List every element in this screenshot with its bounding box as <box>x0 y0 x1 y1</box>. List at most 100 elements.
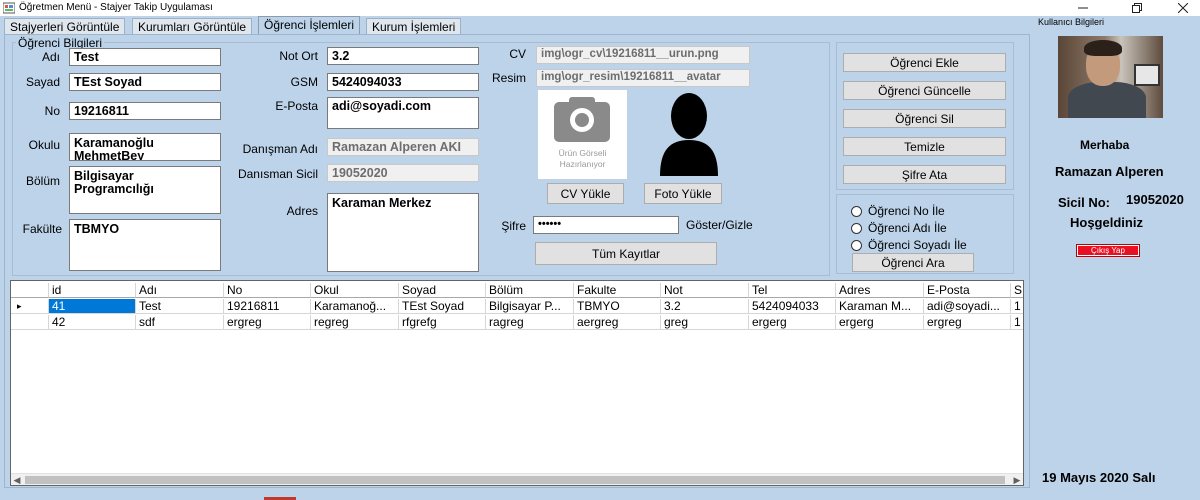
column-header[interactable]: Fakulte <box>574 283 661 298</box>
search-by-no-label: Öğrenci No İle <box>868 204 945 218</box>
table-cell[interactable]: ragreg <box>486 315 574 330</box>
adres-input[interactable]: Karaman Merkez <box>327 193 479 272</box>
table-cell[interactable]: ergerg <box>749 315 836 330</box>
column-header[interactable]: Soyad <box>399 283 486 298</box>
fakulte-input[interactable]: TBMYO <box>69 219 221 271</box>
tab-kurumlari[interactable]: Kurumları Görüntüle <box>132 18 253 35</box>
add-student-button[interactable]: Öğrenci Ekle <box>843 53 1006 72</box>
cv-path-input: img\ogr_cv\19216811__urun.png <box>536 46 750 64</box>
delete-student-button[interactable]: Öğrenci Sil <box>843 109 1006 128</box>
restore-button[interactable] <box>1114 0 1160 16</box>
column-header[interactable]: Adı <box>136 283 224 298</box>
search-by-surname-option[interactable]: Öğrenci Soyadı İle <box>851 238 967 252</box>
table-cell[interactable]: regreg <box>311 315 399 330</box>
date-label: 19 Mayıs 2020 Salı <box>1042 470 1156 485</box>
restore-icon <box>1132 3 1142 13</box>
sifre-label: Şifre <box>501 219 526 233</box>
table-cell[interactable]: ergerg <box>836 315 924 330</box>
table-cell[interactable]: TBMYO <box>574 299 661 314</box>
column-header[interactable]: Not <box>661 283 749 298</box>
row-header[interactable] <box>11 315 49 330</box>
placeholder-text: Ürün Görseli Hazırlanıyor <box>558 148 607 169</box>
table-cell[interactable]: 42 <box>49 315 136 330</box>
table-row[interactable]: ▸ 41 Test 19216811 Karamanoğ... TEst Soy… <box>11 299 1023 314</box>
table-cell[interactable]: Karamanoğ... <box>311 299 399 314</box>
okul-input[interactable]: Karamanoğlu MehmetBey <box>69 133 221 161</box>
minimize-button[interactable] <box>1060 0 1106 16</box>
notort-input[interactable]: 3.2 <box>327 47 479 65</box>
search-student-button[interactable]: Öğrenci Ara <box>852 253 974 272</box>
scroll-left-icon[interactable]: ◀ <box>11 474 23 485</box>
adres-label: Adres <box>286 204 318 218</box>
table-cell[interactable]: 5424094033 <box>749 299 836 314</box>
fakulte-label: Fakülte <box>22 222 62 236</box>
user-photo <box>1058 36 1163 118</box>
column-header[interactable]: E-Posta <box>924 283 1011 298</box>
grid-header: id Adı No Okul Soyad Bölüm Fakulte Not T… <box>11 283 1023 298</box>
update-student-button[interactable]: Öğrenci Güncelle <box>843 81 1006 100</box>
password-input[interactable]: •••••• <box>533 216 679 234</box>
students-grid[interactable]: id Adı No Okul Soyad Bölüm Fakulte Not T… <box>10 280 1024 486</box>
column-header[interactable]: id <box>49 283 136 298</box>
table-cell[interactable]: 1 <box>1011 315 1023 330</box>
soyad-input[interactable]: TEst Soyad <box>69 73 221 91</box>
logout-button[interactable]: Çıkış Yap <box>1076 244 1140 257</box>
tab-stajyerleri[interactable]: Stajyerleri Görüntüle <box>4 18 126 35</box>
table-row[interactable]: 42 sdf ergreg regreg rfgrefg ragreg aerg… <box>11 315 1023 330</box>
table-cell[interactable]: 19216811 <box>224 299 311 314</box>
table-cell[interactable]: rfgrefg <box>399 315 486 330</box>
table-cell[interactable]: Karaman M... <box>836 299 924 314</box>
resim-path-input: img\ogr_resim\19216811__avatar <box>536 69 750 87</box>
set-password-button[interactable]: Şifre Ata <box>843 165 1006 184</box>
show-hide-toggle[interactable]: Göster/Gizle <box>686 218 753 232</box>
minimize-icon <box>1078 7 1088 9</box>
table-cell[interactable]: 41 <box>49 299 136 314</box>
all-records-button[interactable]: Tüm Kayıtlar <box>535 242 717 265</box>
scroll-right-icon[interactable]: ▶ <box>1011 474 1023 485</box>
table-cell[interactable]: adi@soyadi... <box>924 299 1011 314</box>
row-header-corner <box>11 283 49 298</box>
table-cell[interactable]: 3.2 <box>661 299 749 314</box>
danisman-input: Ramazan Alperen AKI <box>327 138 479 156</box>
table-cell[interactable]: ergreg <box>224 315 311 330</box>
user-name: Ramazan Alperen <box>1055 164 1164 179</box>
table-cell[interactable]: sdf <box>136 315 224 330</box>
no-label: No <box>44 104 60 118</box>
bolum-input[interactable]: Bilgisayar Programcılığı <box>69 166 221 214</box>
column-header[interactable]: S <box>1011 283 1023 298</box>
column-header[interactable]: Adres <box>836 283 924 298</box>
bolum-label: Bölüm <box>25 174 60 188</box>
table-cell[interactable]: ergreg <box>924 315 1011 330</box>
cv-label: CV <box>509 47 526 61</box>
photo-upload-button[interactable]: Foto Yükle <box>644 183 722 204</box>
search-by-no-option[interactable]: Öğrenci No İle <box>851 204 945 218</box>
table-cell[interactable]: 1 <box>1011 299 1023 314</box>
table-cell[interactable]: TEst Soyad <box>399 299 486 314</box>
column-header[interactable]: Bölüm <box>486 283 574 298</box>
search-by-name-option[interactable]: Öğrenci Adı İle <box>851 221 947 235</box>
close-icon <box>1178 3 1188 13</box>
scroll-thumb[interactable] <box>25 476 1005 484</box>
okul-label: Okulu <box>28 138 60 152</box>
column-header[interactable]: Tel <box>749 283 836 298</box>
close-button[interactable] <box>1160 0 1200 16</box>
table-cell[interactable]: greg <box>661 315 749 330</box>
tab-ogrenci-islemleri[interactable]: Öğrenci İşlemleri <box>258 16 361 35</box>
column-header[interactable]: No <box>224 283 311 298</box>
table-cell[interactable]: Bilgisayar P... <box>486 299 574 314</box>
gsm-input[interactable]: 5424094033 <box>327 73 479 91</box>
table-cell[interactable]: Test <box>136 299 224 314</box>
tab-kurum-islemleri[interactable]: Kurum İşlemleri <box>366 18 462 35</box>
greeting: Merhaba <box>1080 138 1130 152</box>
cv-image-preview: Ürün Görseli Hazırlanıyor <box>538 90 627 179</box>
no-input[interactable]: 19216811 <box>69 102 221 120</box>
clear-button[interactable]: Temizle <box>843 137 1006 156</box>
ad-label: Adı <box>41 50 60 64</box>
column-header[interactable]: Okul <box>311 283 399 298</box>
eposta-input[interactable]: adi@soyadi.com <box>327 97 479 129</box>
horizontal-scrollbar[interactable]: ◀ ▶ <box>11 473 1023 485</box>
cv-upload-button[interactable]: CV Yükle <box>547 183 624 204</box>
table-cell[interactable]: aergreg <box>574 315 661 330</box>
gsm-label: GSM <box>290 75 318 89</box>
ad-input[interactable]: Test <box>69 48 221 66</box>
